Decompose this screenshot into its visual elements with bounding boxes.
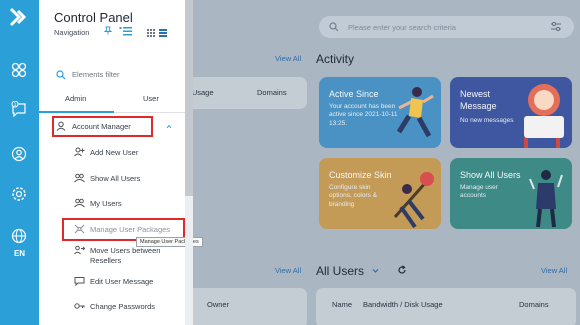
filter-settings-icon[interactable] bbox=[550, 21, 562, 33]
running-person-illustration bbox=[396, 87, 434, 138]
menu-item-label: My Users bbox=[90, 199, 122, 208]
activity-title: Activity bbox=[316, 52, 355, 66]
card-active-since[interactable]: Active Since Your account has been activ… bbox=[319, 77, 441, 148]
highlight-box-section bbox=[52, 116, 153, 137]
col-owner: Owner bbox=[207, 300, 230, 309]
menu-item-move-users[interactable]: Move Users between Resellers bbox=[74, 244, 179, 266]
tab-user[interactable]: User bbox=[143, 94, 159, 103]
language-selector[interactable]: EN bbox=[0, 249, 39, 258]
navigation-panel: Control Panel Navigation Elements filter… bbox=[39, 0, 203, 325]
logo-icon[interactable] bbox=[8, 6, 30, 28]
settings-icon[interactable] bbox=[11, 186, 27, 202]
users-icon bbox=[74, 173, 85, 183]
menu-item-label: Change Passwords bbox=[90, 302, 156, 311]
card-newest-message[interactable]: Newest Message No new messages bbox=[450, 77, 572, 148]
filter-placeholder: Elements filter bbox=[72, 70, 120, 79]
menu-item-change-passwords[interactable]: Change Passwords bbox=[74, 300, 179, 314]
menu-item-add-new-user[interactable]: Add New User bbox=[74, 146, 179, 160]
add-user-icon bbox=[74, 147, 85, 157]
col-domains: Domains bbox=[257, 88, 287, 97]
badge-count: 1 bbox=[14, 102, 17, 108]
menu-item-label: Add New User bbox=[90, 148, 139, 157]
card-title: Show All Users bbox=[460, 170, 521, 180]
menu-item-label: Show All Users bbox=[90, 174, 141, 183]
card-title: Newest Message bbox=[460, 89, 497, 111]
message-icon bbox=[74, 277, 85, 286]
all-users-view-all-link[interactable]: View All bbox=[541, 266, 567, 275]
users-illustration bbox=[529, 170, 563, 228]
tab-admin[interactable]: Admin bbox=[65, 94, 86, 103]
card-desc: Manage user accounts bbox=[460, 184, 498, 200]
card-title: Active Since bbox=[329, 89, 379, 99]
menu-item-label-line2: Resellers bbox=[90, 256, 122, 265]
compact-list-icon[interactable] bbox=[159, 29, 167, 37]
all-users-title: All Users bbox=[316, 264, 365, 278]
card-title: Customize Skin bbox=[329, 170, 392, 180]
refresh-icon[interactable] bbox=[397, 265, 407, 275]
key-icon bbox=[74, 303, 85, 309]
panel-tabs: Admin User bbox=[39, 94, 185, 114]
icon-rail: 1 EN bbox=[0, 0, 39, 325]
move-icon bbox=[74, 245, 85, 255]
pin-icon[interactable] bbox=[104, 26, 112, 35]
paint-illustration bbox=[393, 172, 434, 229]
col-name: Name bbox=[332, 300, 353, 309]
bottom-view-all-link[interactable]: View All bbox=[275, 266, 301, 275]
card-desc: Configure skin options, colors & brandin… bbox=[329, 184, 378, 208]
menu-item-label: Move Users between bbox=[90, 246, 161, 255]
menu-item-edit-user-message[interactable]: Edit User Message bbox=[74, 275, 179, 289]
main-content-overlay: Please enter your search criteria View A… bbox=[185, 0, 580, 325]
messages-icon[interactable]: 1 bbox=[11, 101, 27, 117]
elements-filter-input[interactable]: Elements filter bbox=[54, 69, 180, 81]
search-bar[interactable]: Please enter your search criteria bbox=[319, 16, 574, 38]
panel-title: Control Panel bbox=[54, 10, 133, 25]
chevron-down-icon[interactable] bbox=[372, 268, 379, 274]
card-show-all-users[interactable]: Show All Users Manage user accounts bbox=[450, 158, 572, 229]
col-domains-users: Domains bbox=[519, 300, 549, 309]
top-view-all-link[interactable]: View All bbox=[275, 54, 301, 63]
dashboard-icon[interactable] bbox=[11, 62, 27, 78]
menu-item-label: Edit User Message bbox=[90, 277, 154, 286]
grid-view-icon[interactable] bbox=[147, 29, 155, 37]
list-view-icon[interactable] bbox=[119, 26, 133, 37]
card-customize-skin[interactable]: Customize Skin Configure skin options, c… bbox=[319, 158, 441, 229]
nav-scrollbar-thumb[interactable] bbox=[185, 0, 193, 196]
search-icon bbox=[329, 22, 339, 32]
users-icon bbox=[74, 198, 85, 208]
bottom-left-panel bbox=[185, 288, 307, 325]
menu-item-my-users[interactable]: My Users bbox=[74, 197, 179, 211]
menu-item-show-all-users[interactable]: Show All Users bbox=[74, 172, 179, 186]
panel-subtitle: Navigation bbox=[54, 28, 90, 37]
chevron-up-icon[interactable] bbox=[166, 124, 172, 129]
account-icon[interactable] bbox=[11, 146, 27, 162]
search-placeholder: Please enter your search criteria bbox=[348, 23, 456, 32]
active-tab-indicator bbox=[39, 111, 114, 113]
globe-icon[interactable] bbox=[11, 228, 27, 244]
col-bandwidth: Bandwidth / Disk Usage bbox=[363, 300, 443, 309]
search-icon bbox=[56, 70, 66, 80]
message-illustration bbox=[524, 84, 564, 148]
